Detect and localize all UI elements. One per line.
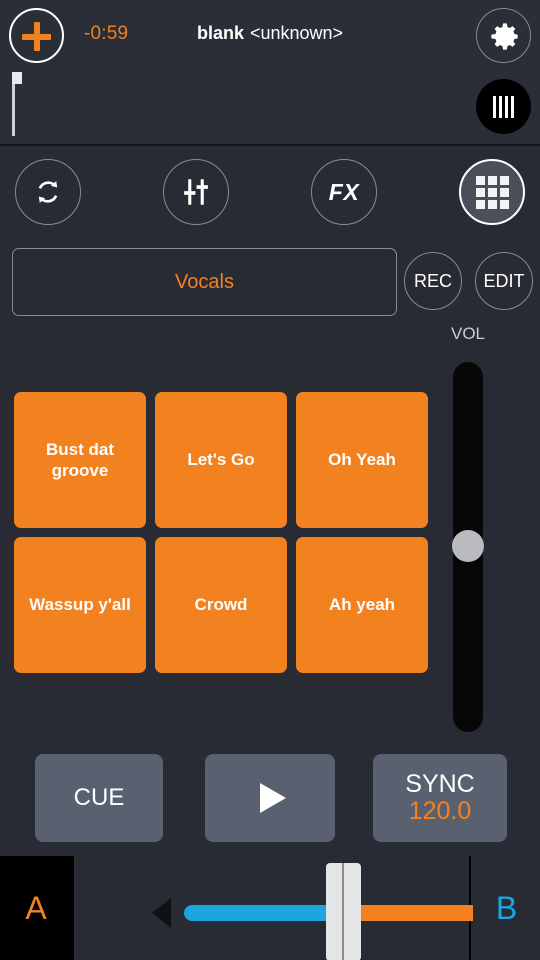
crossfader-bar: A B (0, 856, 540, 960)
sample-pad[interactable]: Let's Go (155, 392, 287, 528)
sample-pad[interactable]: Oh Yeah (296, 392, 428, 528)
crossfader-fill-a (184, 905, 344, 921)
crossfader-zone[interactable] (72, 856, 531, 960)
deck-name-row: Vocals REC EDIT (0, 248, 540, 318)
grid-3x3-icon (475, 175, 509, 209)
track-name: blank (196, 23, 244, 43)
sample-pad[interactable]: Crowd (155, 537, 287, 673)
edit-button[interactable]: EDIT (475, 252, 533, 310)
deck-b-button[interactable]: B (473, 856, 540, 960)
record-button[interactable]: REC (404, 252, 462, 310)
gear-icon (491, 23, 518, 50)
track-artist: <unknown> (249, 23, 344, 43)
sync-button[interactable]: SYNC 120.0 (373, 754, 507, 842)
pads-mode-button[interactable] (459, 159, 525, 225)
sample-pad[interactable]: Ah yeah (296, 537, 428, 673)
loop-mode-button[interactable] (15, 159, 81, 225)
play-button[interactable] (205, 754, 335, 842)
playhead-flag-icon (12, 72, 22, 84)
crossfader-handle[interactable] (326, 863, 361, 960)
sample-pad-grid: Bust dat groove Let's Go Oh Yeah Wassup … (14, 392, 430, 673)
fx-mode-label: FX (328, 178, 360, 205)
volume-label: VOL (450, 324, 486, 343)
deck-a-button[interactable]: A (0, 856, 72, 960)
waveform-panel[interactable]: -0:59 blank <unknown> (0, 0, 540, 146)
transport-controls: CUE SYNC 120.0 (0, 754, 540, 846)
fx-mode-button[interactable]: FX (311, 159, 377, 225)
track-title: blank <unknown> (0, 23, 540, 44)
beat-grid-button[interactable] (476, 79, 531, 134)
eq-sliders-icon (184, 179, 208, 205)
play-triangle-icon (260, 783, 286, 813)
beat-bars-icon (476, 79, 531, 134)
sync-label: SYNC (405, 769, 475, 798)
loop-sync-icon (38, 181, 58, 203)
settings-button[interactable] (476, 8, 531, 63)
sample-pad[interactable]: Wassup y'all (14, 537, 146, 673)
mode-toolbar: FX (0, 148, 540, 236)
bpm-value: 120.0 (408, 796, 472, 825)
eq-mode-button[interactable] (163, 159, 229, 225)
sample-pad[interactable]: Bust dat groove (14, 392, 146, 528)
volume-slider-thumb[interactable] (452, 530, 484, 562)
dj-app-screen: -0:59 blank <unknown> FX Vocals REC EDIT… (0, 0, 540, 960)
arrow-left-icon[interactable] (152, 898, 171, 928)
deck-name-field[interactable]: Vocals (12, 248, 397, 316)
cue-button[interactable]: CUE (35, 754, 163, 842)
